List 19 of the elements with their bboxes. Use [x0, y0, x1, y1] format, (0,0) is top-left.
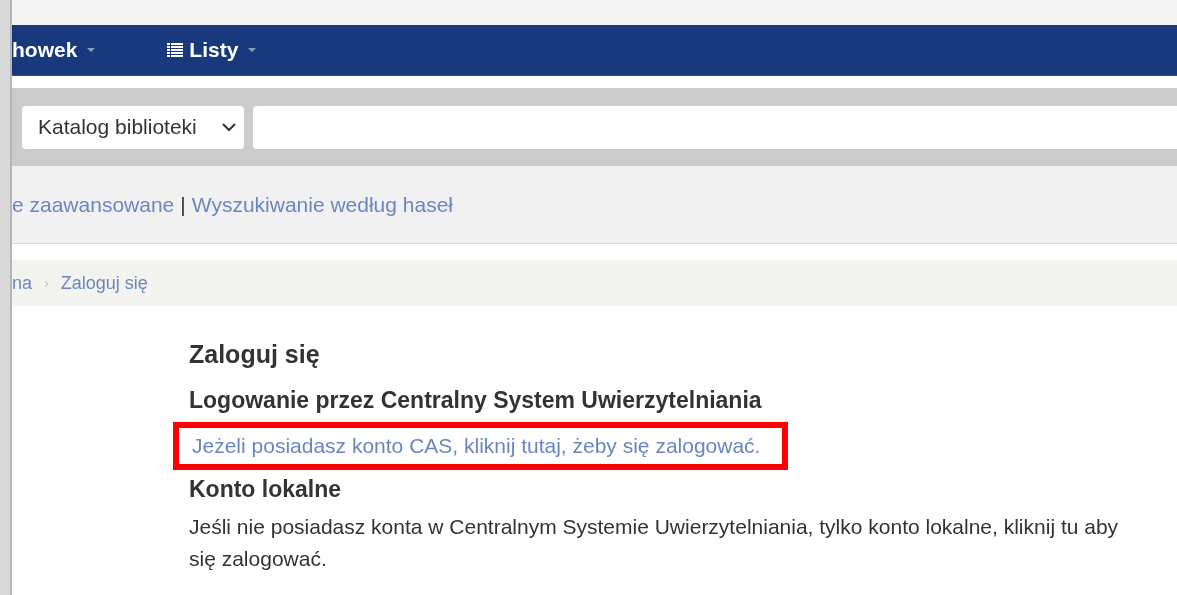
breadcrumb-separator: ›: [44, 275, 49, 291]
page-title: Zaloguj się: [189, 340, 321, 369]
breadcrumb-link[interactable]: na: [12, 272, 33, 294]
login-link[interactable]: Jeżeli posiadasz konto CAS, kliknij tutaj, żeby się zalogować.: [192, 434, 761, 457]
search-link[interactable]: Wyszukiwanie według haseł: [191, 192, 454, 217]
search-field[interactable]: [253, 105, 1177, 149]
link-separator: |: [180, 192, 186, 217]
section-heading: Logowanie przez Centralny System Uwierzytelniania: [189, 387, 763, 414]
search-link[interactable]: e zaawansowane: [12, 192, 175, 217]
list-icon: [167, 42, 184, 58]
nav-menu-item[interactable]: Listy: [167, 38, 257, 62]
nav-menu-item[interactable]: howek: [12, 38, 96, 62]
info-text: Jeśli nie posiadasz konta w Centralnym Systemie Uwierzytelniania, tylko konto lokalne, kliknij tu aby się zalogować.: [189, 514, 1120, 572]
breadcrumb-link[interactable]: Zaloguj się: [60, 272, 148, 294]
caret-icon: [87, 48, 96, 52]
section-heading: Konto lokalne: [189, 476, 343, 503]
scope-dropdown[interactable]: Katalog biblioteki: [22, 105, 244, 149]
chevron-down-icon: [222, 122, 236, 132]
caret-icon: [248, 48, 257, 52]
